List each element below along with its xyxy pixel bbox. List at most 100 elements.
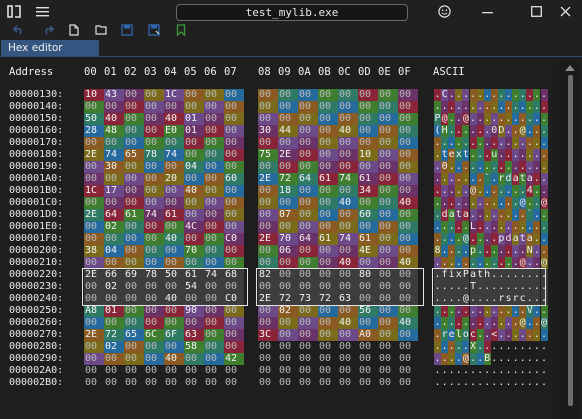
hex-byte[interactable]: 00: [318, 365, 338, 377]
hex-byte[interactable]: 00: [204, 149, 224, 161]
hex-byte[interactable]: 61: [124, 209, 144, 221]
hex-row[interactable]: 000001E0: 00. 02. 00. 00. 00. 4C L 00. 00. 00. 00. 0…: [0, 221, 560, 233]
ascii-char[interactable]: .: [512, 161, 520, 173]
hex-byte[interactable]: 00: [224, 305, 244, 317]
hex-byte[interactable]: 00: [398, 293, 418, 305]
ascii-char[interactable]: .: [455, 221, 463, 233]
hex-byte[interactable]: 00: [124, 137, 144, 149]
hex-byte[interactable]: 00: [84, 341, 104, 353]
ascii-char[interactable]: .: [519, 365, 527, 377]
hex-byte[interactable]: 00: [184, 149, 204, 161]
ascii-char[interactable]: .: [519, 161, 527, 173]
ascii-char[interactable]: .: [469, 365, 477, 377]
hex-byte[interactable]: 82: [258, 269, 278, 281]
ascii-char[interactable]: .: [476, 317, 484, 329]
hex-byte[interactable]: 00: [104, 377, 124, 389]
hex-byte[interactable]: 00: [144, 113, 164, 125]
hex-byte[interactable]: 00: [204, 305, 224, 317]
hex-byte[interactable]: 00: [204, 245, 224, 257]
ascii-char[interactable]: .: [462, 281, 470, 293]
ascii-char[interactable]: .: [505, 197, 512, 209]
hex-byte[interactable]: 78: [144, 269, 164, 281]
hex-byte[interactable]: 01: [184, 113, 204, 125]
hex-byte[interactable]: 00: [298, 137, 318, 149]
hex-byte[interactable]: 00: [378, 293, 398, 305]
ascii-char[interactable]: (: [434, 125, 441, 137]
hex-byte[interactable]: 2E: [258, 173, 278, 185]
hex-byte[interactable]: 17: [104, 185, 124, 197]
hex-byte[interactable]: 2E: [278, 149, 298, 161]
ascii-char[interactable]: .: [490, 353, 498, 365]
ascii-char[interactable]: @: [540, 197, 548, 209]
ascii-char[interactable]: .: [469, 149, 477, 161]
ascii-char[interactable]: .: [462, 101, 470, 113]
ascii-char[interactable]: .: [497, 89, 505, 101]
hex-byte[interactable]: 00: [378, 101, 398, 113]
ascii-char[interactable]: .: [526, 197, 534, 209]
hex-byte[interactable]: 00: [298, 101, 318, 113]
ascii-char[interactable]: .: [526, 281, 534, 293]
hex-row[interactable]: 00000160: 28 (48 H 00. 00. E0. 01. 00. 00. 30 0 44 D 0…: [0, 125, 560, 137]
ascii-char[interactable]: .: [455, 125, 463, 137]
ascii-char[interactable]: .: [462, 221, 470, 233]
ascii-char[interactable]: .: [490, 209, 498, 221]
hex-byte[interactable]: 00: [358, 101, 378, 113]
ascii-char[interactable]: .: [540, 89, 548, 101]
ascii-char[interactable]: .: [497, 353, 505, 365]
ascii-char[interactable]: d: [505, 173, 512, 185]
ascii-char[interactable]: .: [490, 233, 498, 245]
ascii-char[interactable]: 8: [434, 245, 441, 257]
hex-byte[interactable]: 00: [358, 221, 378, 233]
hex-byte[interactable]: 00: [164, 221, 184, 233]
hex-byte[interactable]: 63: [184, 329, 204, 341]
hex-byte[interactable]: 61: [358, 233, 378, 245]
hex-byte[interactable]: 00: [204, 173, 224, 185]
ascii-char[interactable]: .: [490, 281, 498, 293]
ascii-char[interactable]: .: [490, 221, 498, 233]
hex-byte[interactable]: 42: [224, 353, 244, 365]
hex-byte[interactable]: 50: [164, 269, 184, 281]
hex-byte[interactable]: 00: [204, 377, 224, 389]
hex-byte[interactable]: 02: [104, 221, 124, 233]
hex-byte[interactable]: 00: [398, 161, 418, 173]
hex-byte[interactable]: 2E: [258, 233, 278, 245]
ascii-char[interactable]: .: [448, 101, 456, 113]
hex-byte[interactable]: 00: [318, 257, 338, 269]
ascii-char[interactable]: .: [533, 245, 541, 257]
hex-byte[interactable]: 00: [278, 113, 298, 125]
hex-byte[interactable]: 00: [164, 317, 184, 329]
hex-byte[interactable]: 00: [104, 317, 124, 329]
hex-byte[interactable]: 00: [258, 209, 278, 221]
ascii-char[interactable]: .: [441, 185, 449, 197]
hex-byte[interactable]: 00: [298, 113, 318, 125]
ascii-char[interactable]: .: [483, 137, 491, 149]
hex-byte[interactable]: 00: [358, 353, 378, 365]
ascii-char[interactable]: .: [512, 257, 520, 269]
hex-byte[interactable]: 69: [124, 269, 144, 281]
hex-row[interactable]: 00000230: 00. 02. 00. 00. 00. 54 T 00. 00. 00. 00. 0…: [0, 281, 560, 293]
hex-row[interactable]: 00000220: 2E. 66 f 69 i 78 x 50 P 61 a 74 t 68 h 82. 00. 0…: [0, 269, 560, 281]
hex-byte[interactable]: 00: [184, 365, 204, 377]
ascii-char[interactable]: .: [505, 377, 512, 389]
ascii-char[interactable]: .: [476, 377, 484, 389]
hex-byte[interactable]: 00: [318, 101, 338, 113]
hex-byte[interactable]: E0: [164, 125, 184, 137]
ascii-char[interactable]: .: [526, 269, 534, 281]
ascii-char[interactable]: .: [540, 281, 548, 293]
ascii-char[interactable]: .: [526, 221, 534, 233]
ascii-char[interactable]: .: [483, 317, 491, 329]
ascii-char[interactable]: .: [441, 257, 449, 269]
hex-byte[interactable]: 00: [338, 221, 358, 233]
ascii-char[interactable]: .: [455, 257, 463, 269]
ascii-char[interactable]: .: [505, 113, 512, 125]
hex-byte[interactable]: 00: [338, 341, 358, 353]
ascii-char[interactable]: .: [448, 137, 456, 149]
ascii-char[interactable]: .: [540, 173, 548, 185]
hex-byte[interactable]: 00: [298, 185, 318, 197]
ascii-char[interactable]: .: [490, 173, 498, 185]
hex-byte[interactable]: 00: [398, 149, 418, 161]
hex-byte[interactable]: 70: [184, 245, 204, 257]
hex-row[interactable]: 00000140: 00. 00. 00. 00. 00. 00. 00. 00. 00. 00. 0…: [0, 101, 560, 113]
hex-byte[interactable]: 01: [184, 125, 204, 137]
ascii-char[interactable]: .: [462, 257, 470, 269]
